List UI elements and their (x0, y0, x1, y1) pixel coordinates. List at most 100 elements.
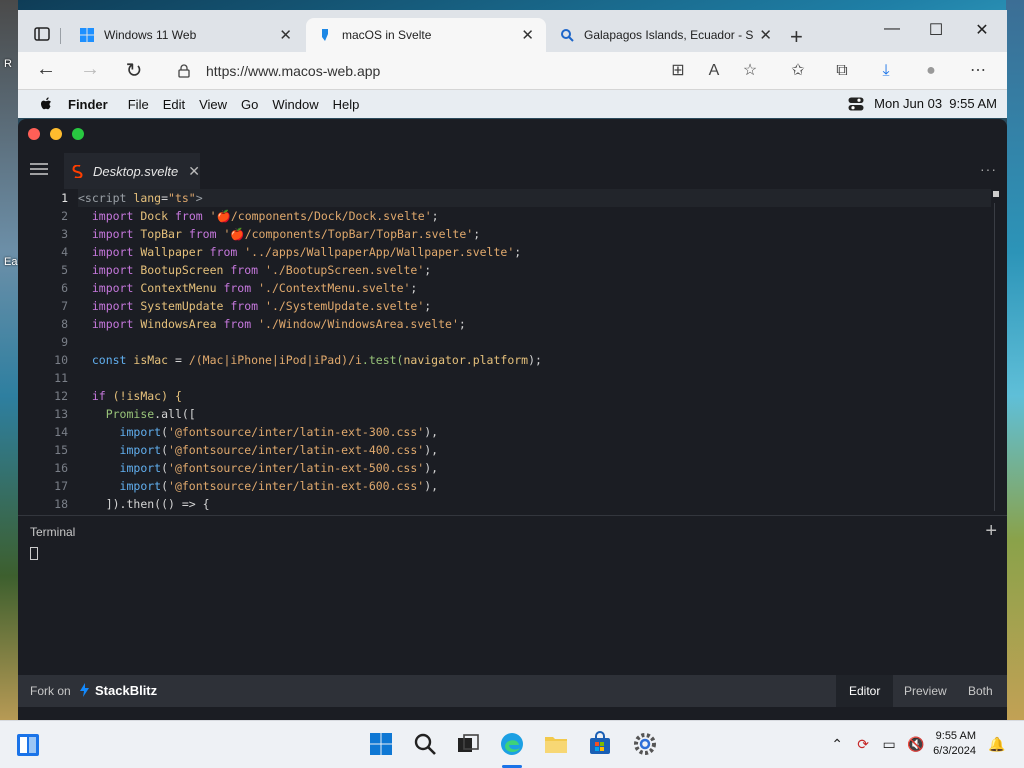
taskbar-date: 6/3/2024 (933, 745, 976, 757)
tab-windows-11-web[interactable]: Windows 11 Web ✕ (68, 18, 304, 52)
file-explorer-icon[interactable] (543, 731, 569, 757)
close-icon[interactable]: ✕ (521, 26, 534, 44)
back-button[interactable]: ← (33, 58, 59, 81)
menu-help[interactable]: Help (333, 97, 360, 112)
view-editor-button[interactable]: Editor (836, 675, 894, 707)
more-options-icon[interactable]: ··· (980, 161, 997, 177)
bolt-icon[interactable] (80, 683, 89, 697)
terminal-panel[interactable]: Terminal + (18, 515, 1007, 675)
code-token: import (91, 317, 134, 331)
code-token: './SystemUpdate.svelte' (265, 299, 425, 313)
store-icon[interactable] (587, 731, 613, 757)
line-number: 2 (61, 209, 68, 223)
refresh-button[interactable]: ↻ (121, 58, 147, 83)
chevron-up-icon[interactable]: ⌃ (829, 736, 845, 752)
code-line: import BootupScreen from './BootupScreen… (78, 261, 991, 279)
code-line: import('@fontsource/inter/latin-ext-400.… (119, 443, 439, 457)
code-token: TopBar (140, 227, 182, 241)
fork-label[interactable]: Fork on (30, 684, 71, 698)
read-aloud-icon[interactable]: A (704, 61, 724, 81)
widgets-icon[interactable] (16, 733, 40, 757)
hamburger-menu-icon[interactable] (30, 163, 48, 175)
file-tab-label: Desktop.svelte (93, 163, 179, 179)
minimize-button[interactable]: — (880, 20, 904, 38)
code-token: = (168, 353, 189, 367)
start-icon[interactable] (368, 731, 394, 757)
menubar-datetime[interactable]: Mon Jun 03 9:55 AM (874, 96, 997, 111)
code-token: import (91, 281, 134, 295)
desktop-icon-label[interactable]: Ea (4, 256, 17, 268)
file-tab[interactable]: Desktop.svelte ✕ (64, 153, 200, 189)
scrollbar-track[interactable] (994, 203, 995, 511)
tab-macos-in-svelte[interactable]: macOS in Svelte ✕ (306, 18, 546, 52)
monitor-icon[interactable]: ▭ (881, 736, 897, 752)
code-line: import SystemUpdate from './SystemUpdate… (78, 297, 991, 315)
search-icon[interactable] (412, 731, 438, 757)
settings-gear-icon[interactable] (632, 731, 658, 757)
apple-logo-icon[interactable] (40, 97, 52, 111)
edge-browser-icon[interactable] (499, 731, 525, 757)
profile-avatar-icon[interactable]: ● (921, 61, 941, 81)
code-token: ), (424, 461, 439, 475)
web-page: Finder File Edit View Go Window Help Mon… (18, 90, 1007, 720)
notification-bell-icon[interactable]: 🔔 (988, 736, 1005, 752)
code-token: import (91, 263, 134, 277)
maximize-button[interactable]: ☐ (924, 20, 948, 40)
code-line: ]).then(() => { (78, 495, 991, 513)
code-token: from (209, 245, 238, 259)
close-icon[interactable]: ✕ (188, 163, 200, 180)
menu-view[interactable]: View (199, 97, 227, 112)
menu-edit[interactable]: Edit (163, 97, 185, 112)
add-terminal-icon[interactable]: + (985, 520, 997, 543)
forward-button[interactable]: → (77, 58, 103, 81)
code-token: from (230, 299, 259, 313)
code-token: lang (133, 191, 162, 205)
app-available-icon[interactable]: ⊞ (668, 61, 688, 81)
stackblitz-link[interactable]: StackBlitz (95, 683, 157, 698)
menu-app-name[interactable]: Finder (68, 97, 108, 112)
add-favorite-icon[interactable]: ☆ (740, 61, 760, 81)
code-token: import (91, 227, 134, 241)
menu-file[interactable]: File (128, 97, 149, 112)
view-preview-button[interactable]: Preview (891, 675, 960, 707)
close-light-button[interactable] (28, 128, 40, 140)
control-center-icon[interactable] (848, 97, 864, 111)
collections-icon[interactable]: ⧉ (832, 61, 852, 81)
downloads-icon[interactable]: ⤓ (876, 61, 896, 81)
mac-menubar: Finder File Edit View Go Window Help Mon… (18, 90, 1007, 118)
view-both-button[interactable]: Both (955, 675, 1006, 707)
code-line: import('@fontsource/inter/latin-ext-500.… (119, 461, 439, 475)
code-token: ; (458, 317, 466, 331)
code-area[interactable]: 1 2 3 4 5 6 7 8 9 10 11 12 13 14 15 16 1 (18, 189, 1007, 515)
more-menu-icon[interactable]: ⋯ (968, 61, 988, 81)
close-icon[interactable]: ✕ (759, 26, 772, 44)
code-token: (!isMac) { (105, 389, 182, 403)
new-tab-button[interactable]: + (790, 24, 803, 50)
code-lines[interactable]: <script lang="ts"> import Dock from '🍎/c… (78, 189, 991, 513)
code-token: '@fontsource/inter/latin-ext-600.css' (168, 479, 425, 493)
close-window-button[interactable]: ✕ (970, 20, 994, 40)
code-token: import (91, 245, 134, 259)
zoom-light-button[interactable] (72, 128, 84, 140)
scrollbar-thumb[interactable] (993, 191, 999, 197)
lock-icon[interactable] (178, 64, 190, 78)
desktop-icon-label[interactable]: R (4, 58, 12, 70)
tab-actions-icon[interactable] (34, 26, 50, 42)
menu-go[interactable]: Go (241, 97, 258, 112)
code-token: './ContextMenu.svelte' (258, 281, 411, 295)
minimize-light-button[interactable] (50, 128, 62, 140)
favorites-icon[interactable]: ✩ (788, 61, 808, 81)
code-token: ; (410, 281, 418, 295)
code-token: ); (528, 353, 542, 367)
task-view-icon[interactable] (455, 731, 481, 757)
sync-icon[interactable]: ⟳ (855, 736, 871, 752)
close-icon[interactable]: ✕ (279, 26, 292, 44)
taskbar-clock[interactable]: 9:55 AM 6/3/2024 (933, 729, 976, 759)
tab-galapagos[interactable]: Galapagos Islands, Ecuador - Sea ✕ (548, 18, 784, 52)
speaker-muted-icon[interactable]: 🔇 (907, 736, 924, 752)
code-token: SystemUpdate (140, 299, 224, 313)
menu-window[interactable]: Window (272, 97, 318, 112)
windows-logo-icon (80, 28, 94, 42)
